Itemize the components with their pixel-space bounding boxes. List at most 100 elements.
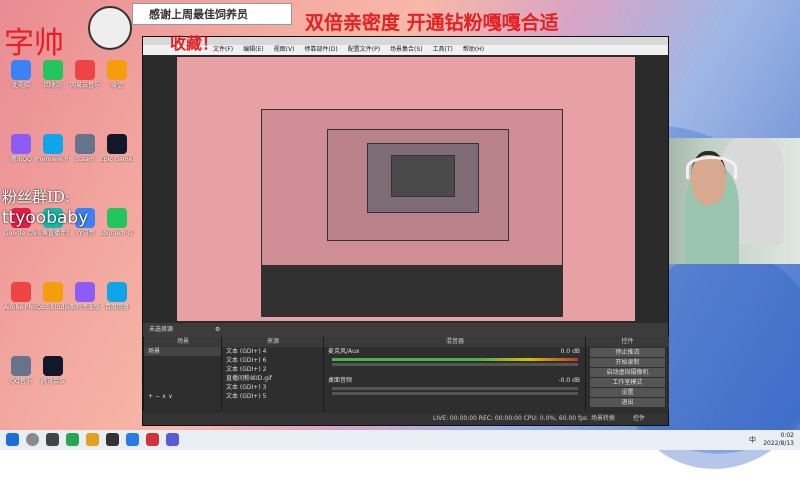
desktop-icon[interactable]: Logitech G HUB bbox=[100, 208, 134, 250]
start-recording-button[interactable]: 开始录制 bbox=[590, 358, 665, 367]
scenes-panel-header: 场景 bbox=[144, 337, 222, 347]
taskbar-app-icon[interactable] bbox=[86, 433, 99, 446]
taskbar-app-icon[interactable] bbox=[66, 433, 79, 446]
taskbar-app-icon[interactable] bbox=[106, 433, 119, 446]
chevron-down-icon[interactable]: ∨ bbox=[168, 393, 172, 400]
obs-title-bar[interactable] bbox=[143, 37, 668, 45]
desktop-icon[interactable]: 剪映专业版 bbox=[68, 282, 102, 324]
app-icon bbox=[11, 282, 31, 302]
menu-item-tools[interactable]: 工具(T) bbox=[433, 45, 453, 55]
mixer-volume-slider[interactable] bbox=[332, 392, 578, 395]
desktop-icon[interactable]: QQ音乐 bbox=[4, 356, 38, 398]
app-icon bbox=[43, 282, 63, 302]
obs-window[interactable]: 文件(F) 编辑(E) 视图(V) 停靠部件(D) 配置文件(P) 场景集合(S… bbox=[142, 36, 669, 426]
menu-item-edit[interactable]: 编辑(E) bbox=[243, 45, 263, 55]
tab-controls[interactable]: 控件 bbox=[633, 413, 645, 425]
fans-group-label: 粉丝群ID: bbox=[2, 188, 71, 206]
taskbar-app-icon[interactable] bbox=[166, 433, 179, 446]
obs-status-bar: 场景转换 控件 LIVE: 00:00:00 REC: 00:00:00 CPU… bbox=[143, 413, 668, 425]
obs-menu-bar: 文件(F) 编辑(E) 视图(V) 停靠部件(D) 配置文件(P) 场景集合(S… bbox=[143, 45, 668, 55]
scene-toolbar: + − ∧ ∨ bbox=[144, 392, 222, 401]
menu-item-profile[interactable]: 配置文件(P) bbox=[348, 45, 380, 55]
overlay-shoucang: 收藏！ bbox=[170, 34, 219, 53]
fans-group-id: ttyoobaby bbox=[2, 208, 89, 228]
start-icon[interactable] bbox=[6, 433, 19, 446]
sources-panel: 来源 文本 (GDI+) 4 文本 (GDI+) 6 文本 (GDI+) 2 直… bbox=[221, 337, 324, 411]
desktop-icon-label: 此电脑 bbox=[11, 82, 30, 89]
app-icon bbox=[43, 60, 63, 80]
desktop-icon-label: QQ音乐 bbox=[10, 378, 32, 385]
source-item[interactable]: 文本 (GDI+) 3 bbox=[222, 383, 324, 392]
desktop-icon[interactable]: Epic Games Launcher bbox=[100, 134, 134, 176]
remove-icon[interactable]: − bbox=[155, 393, 160, 400]
mixer-volume-slider[interactable] bbox=[332, 363, 578, 366]
app-icon bbox=[11, 356, 31, 376]
tab-scene-transitions[interactable]: 场景转换 bbox=[591, 413, 615, 425]
add-icon[interactable]: + bbox=[148, 393, 153, 400]
sources-panel-header: 来源 bbox=[222, 337, 324, 347]
desktop-icon-label: 百度网盘 bbox=[104, 304, 129, 311]
menu-item-view[interactable]: 视图(V) bbox=[274, 45, 295, 55]
app-icon bbox=[107, 208, 127, 228]
mixer-channel-name: 桌面音频 -0.0 dB bbox=[324, 376, 586, 385]
source-item[interactable]: 文本 (GDI+) 4 bbox=[222, 347, 324, 356]
desktop-icon[interactable]: OBS Studio bbox=[36, 282, 70, 324]
start-virtual-camera-button[interactable]: 启动虚拟摄像机 bbox=[590, 368, 665, 377]
mixer-level-meter bbox=[332, 387, 578, 390]
desktop-icon-label: 微信 bbox=[110, 82, 123, 89]
desktop-icon[interactable]: 此电脑 bbox=[4, 60, 38, 102]
mixer-panel-header: 混音器 bbox=[324, 337, 586, 347]
desktop-icon-label: 网易云音乐 bbox=[69, 82, 100, 89]
gear-icon[interactable]: ⚙ bbox=[215, 326, 220, 333]
audio-mixer-panel: 混音器 麦克风/Aux 0.0 dB 桌面音频 -0.0 dB bbox=[323, 337, 586, 411]
source-item[interactable]: 直播间粉丝ID.gif bbox=[222, 374, 324, 383]
desktop-icon[interactable]: Premiere Pro bbox=[36, 134, 70, 176]
app-icon bbox=[75, 60, 95, 80]
desktop-icon[interactable]: 腾讯会议 bbox=[36, 356, 70, 398]
stop-streaming-button[interactable]: 停止推流 bbox=[590, 348, 665, 357]
scene-item[interactable]: 场景 bbox=[144, 347, 222, 356]
controls-panel-header: 控件 bbox=[586, 337, 669, 347]
menu-item-scene-collection[interactable]: 场景集合(S) bbox=[390, 45, 423, 55]
app-icon bbox=[43, 134, 63, 154]
overlay-title: 双倍亲密度 开通钻粉嘎嘎合适 bbox=[305, 12, 559, 34]
desktop-icon[interactable]: 微信 bbox=[100, 60, 134, 102]
taskbar-clock[interactable]: 0:02 2022/8/13 bbox=[763, 432, 794, 448]
chevron-up-icon[interactable]: ∧ bbox=[162, 393, 166, 400]
headphones-icon bbox=[686, 155, 738, 179]
no-source-selected-label: 未选择源 bbox=[149, 326, 174, 333]
app-icon bbox=[43, 356, 63, 376]
taskbar-app-icon[interactable] bbox=[46, 433, 59, 446]
nested-obs-dock bbox=[261, 265, 563, 317]
thanks-banner: 感谢上周最佳饲养员 bbox=[132, 3, 292, 25]
exit-button[interactable]: 退出 bbox=[590, 398, 665, 407]
app-icon bbox=[107, 60, 127, 80]
source-item[interactable]: 文本 (GDI+) 2 bbox=[222, 365, 324, 374]
search-icon[interactable] bbox=[26, 433, 39, 446]
source-item[interactable]: 文本 (GDI+) 5 bbox=[222, 392, 324, 401]
desktop-icon-label: OBS Studio bbox=[36, 304, 70, 311]
app-icon bbox=[75, 134, 95, 154]
source-item[interactable]: 文本 (GDI+) 6 bbox=[222, 356, 324, 365]
controls-panel: 控件 停止推流 开始录制 启动虚拟摄像机 工作室模式 设置 退出 bbox=[585, 337, 669, 411]
menu-item-help[interactable]: 帮助(H) bbox=[463, 45, 484, 55]
desktop-icon[interactable]: 百度网盘 bbox=[100, 282, 134, 324]
mixer-level-meter bbox=[332, 358, 578, 361]
menu-item-docks[interactable]: 停靠部件(D) bbox=[304, 45, 337, 55]
taskbar-app-icon[interactable] bbox=[146, 433, 159, 446]
desktop-icon[interactable]: 回收站 bbox=[36, 60, 70, 102]
app-icon bbox=[107, 134, 127, 154]
input-language-indicator[interactable]: 中 bbox=[749, 435, 756, 445]
desktop-icon[interactable]: 腾讯QQ bbox=[4, 134, 38, 176]
source-toolbar: 未选择源 ⚙ bbox=[143, 323, 668, 337]
desktop-icon-label: Logitech G HUB bbox=[100, 230, 134, 237]
desktop-icon[interactable]: Adobe Photoshop bbox=[4, 282, 38, 324]
taskbar-app-icon[interactable] bbox=[126, 433, 139, 446]
desktop-icon[interactable]: Steam bbox=[68, 134, 102, 176]
desktop-icon-label: Adobe Photoshop bbox=[4, 304, 38, 311]
studio-mode-button[interactable]: 工作室模式 bbox=[590, 378, 665, 387]
desktop-icon[interactable]: 网易云音乐 bbox=[68, 60, 102, 102]
obs-preview-canvas[interactable] bbox=[177, 57, 635, 321]
desktop-icon-label: Premiere Pro bbox=[36, 156, 70, 163]
settings-button[interactable]: 设置 bbox=[590, 388, 665, 397]
